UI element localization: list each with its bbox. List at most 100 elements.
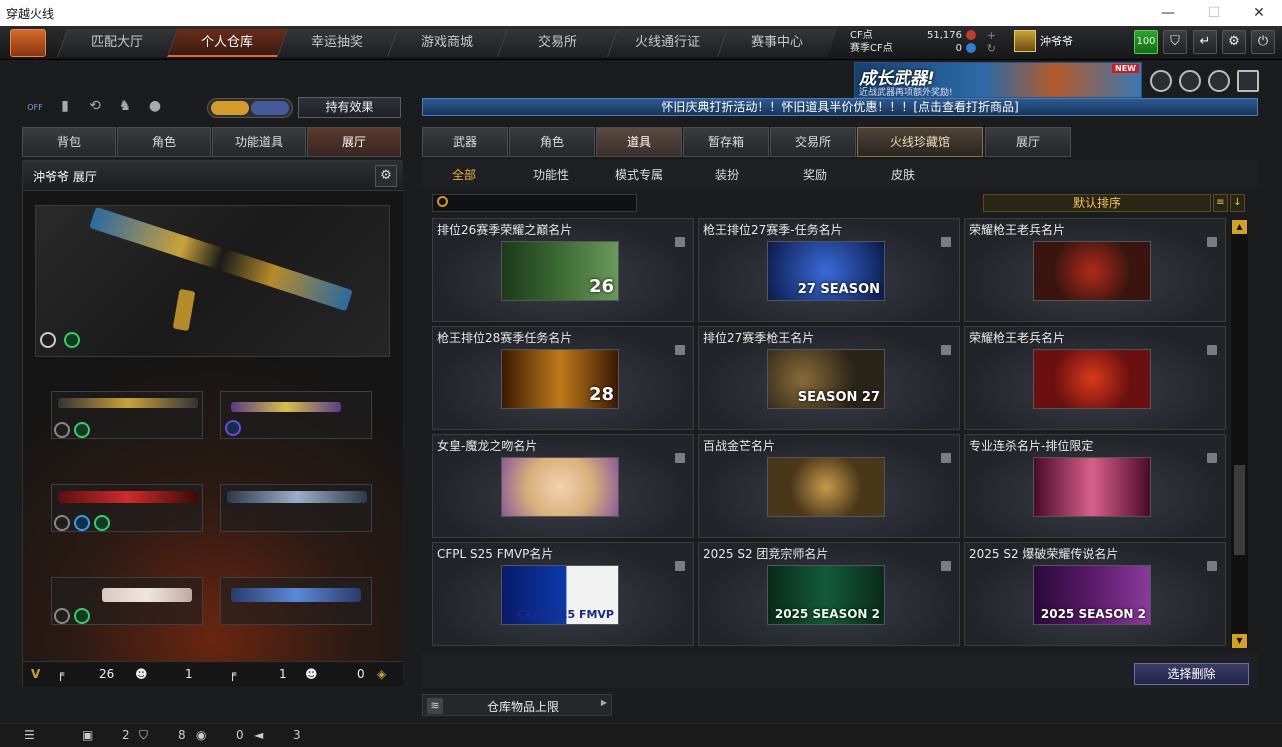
tab-function-items[interactable]: 功能道具: [212, 127, 306, 157]
sort-dropdown[interactable]: 默认排序: [983, 194, 1211, 212]
tab-weapons[interactable]: 武器: [422, 127, 508, 157]
lock-icon[interactable]: [1207, 345, 1217, 355]
nav-tab-battle-pass[interactable]: 火线通行证: [606, 29, 728, 57]
minimize-button[interactable]: —: [1145, 0, 1191, 26]
weapon-slot-2[interactable]: [220, 391, 372, 439]
lock-icon[interactable]: [1207, 561, 1217, 571]
filter-cosmetic[interactable]: 装扮: [715, 166, 739, 183]
sort-direction-icon[interactable]: ↓: [1230, 194, 1245, 212]
star-icon[interactable]: [1208, 70, 1230, 92]
lock-icon[interactable]: [1207, 453, 1217, 463]
weapon-slot-6[interactable]: [220, 577, 372, 625]
announcement-bar[interactable]: 怀旧庆典打折活动！！怀旧道具半价优惠！！！[点击查看打折商品]: [422, 98, 1258, 116]
character-icon[interactable]: ♞: [114, 98, 136, 118]
scroll-up-icon[interactable]: ▲: [1232, 220, 1247, 234]
tab-characters[interactable]: 角色: [509, 127, 595, 157]
rotate-icon[interactable]: ⟲: [84, 98, 106, 118]
filter-all[interactable]: 全部: [452, 166, 476, 183]
shield-icon[interactable]: ⛉: [1163, 30, 1187, 54]
effect-button[interactable]: 持有效果: [298, 97, 401, 118]
w-emblem-icon[interactable]: [1237, 70, 1259, 92]
tab-exchange[interactable]: 交易所: [770, 127, 856, 157]
item-card[interactable]: CFPL S25 FMVP名片 CFPL S25 FMVP: [432, 542, 694, 646]
tab-stash[interactable]: 暂存箱: [683, 127, 769, 157]
level-badge[interactable]: 100: [1134, 30, 1158, 54]
close-button[interactable]: ✕: [1236, 0, 1282, 26]
v-emblem-icon[interactable]: [1150, 70, 1172, 92]
stats-icon[interactable]: ▮: [54, 98, 76, 118]
power-icon[interactable]: ⏻: [1251, 30, 1275, 54]
off-toggle-icon[interactable]: OFF: [24, 98, 46, 118]
item-card[interactable]: 排位27赛季枪王名片 SEASON 27: [698, 326, 960, 430]
chat-icon[interactable]: ◉: [196, 728, 206, 742]
weapon-slot-5[interactable]: [51, 577, 203, 625]
item-card[interactable]: 女皇-魔龙之吻名片: [432, 434, 694, 538]
list-view-icon[interactable]: ≡: [1213, 194, 1228, 212]
filter-reward[interactable]: 奖励: [803, 166, 827, 183]
home-icon[interactable]: [10, 29, 46, 57]
friends-icon[interactable]: ▣: [82, 728, 93, 742]
refresh-icon[interactable]: ↻: [987, 42, 996, 55]
item-card[interactable]: 枪王排位27赛季-任务名片 27 SEASON: [698, 218, 960, 322]
lock-icon[interactable]: [675, 345, 685, 355]
nav-tab-match-lobby[interactable]: 匹配大厅: [56, 29, 178, 57]
add-cf-icon[interactable]: +: [987, 29, 996, 42]
view-toggle[interactable]: [207, 98, 293, 118]
featured-weapon-slot[interactable]: [35, 205, 390, 357]
showroom-panel: 沖爷爷 展厅 ⚙ V ╒ 26 ☻ 1 ╒ 1 ☻ 0 ◈: [22, 160, 403, 687]
lock-icon[interactable]: [675, 237, 685, 247]
tab-backpack[interactable]: 背包: [22, 127, 116, 157]
tab-items[interactable]: 道具: [596, 127, 682, 157]
gear-icon[interactable]: ⚙: [375, 165, 397, 187]
tab-showroom[interactable]: 展厅: [985, 127, 1071, 157]
menu-icon[interactable]: ☰: [24, 728, 35, 742]
item-card[interactable]: 专业连杀名片-排位限定: [964, 434, 1226, 538]
tab-collection[interactable]: 火线珍藏馆: [857, 127, 983, 157]
item-card[interactable]: 排位26赛季荣耀之巅名片 26: [432, 218, 694, 322]
user-name: 沖爷爷: [1040, 34, 1073, 48]
item-card[interactable]: 2025 S2 团竞宗师名片 2025 SEASON 2: [698, 542, 960, 646]
filter-mode[interactable]: 模式专属: [615, 166, 663, 183]
weapon-slot-3[interactable]: [51, 484, 203, 532]
tab-character[interactable]: 角色: [117, 127, 211, 157]
lock-icon[interactable]: [1207, 237, 1217, 247]
speaker-icon[interactable]: ◄: [254, 728, 263, 742]
weapon-slot-1[interactable]: [51, 391, 203, 439]
nav-tab-lucky-draw[interactable]: 幸运抽奖: [276, 29, 398, 57]
lock-icon[interactable]: [941, 561, 951, 571]
filter-functional[interactable]: 功能性: [533, 166, 569, 183]
nav-tab-personal-storage[interactable]: 个人仓库: [166, 29, 288, 57]
lock-icon[interactable]: [675, 453, 685, 463]
lock-icon[interactable]: [941, 345, 951, 355]
clan-count: 8: [178, 728, 186, 742]
grid-scrollbar[interactable]: ▲ ▼: [1231, 220, 1248, 648]
weapon-slot-4[interactable]: [220, 484, 372, 532]
lock-icon[interactable]: [675, 561, 685, 571]
nav-tab-exchange[interactable]: 交易所: [496, 29, 618, 57]
season-cf-value: 0: [955, 43, 962, 54]
scroll-thumb[interactable]: [1234, 465, 1245, 555]
lock-icon[interactable]: [941, 453, 951, 463]
nav-tab-events[interactable]: 赛事中心: [716, 29, 838, 57]
scroll-down-icon[interactable]: ▼: [1232, 634, 1247, 648]
nav-tab-game-mall[interactable]: 游戏商城: [386, 29, 508, 57]
promo-banner[interactable]: 成长武器! 近战武器再项额外奖励! NEW: [854, 62, 1142, 98]
maximize-button[interactable]: ☐: [1191, 0, 1237, 26]
item-card[interactable]: 荣耀枪王老兵名片: [964, 218, 1226, 322]
egg-icon[interactable]: ●: [144, 98, 166, 118]
select-delete-button[interactable]: 选择删除: [1134, 663, 1249, 685]
item-card[interactable]: 2025 S2 爆破荣耀传说名片 2025 SEASON 2: [964, 542, 1226, 646]
back-icon[interactable]: ↵: [1193, 30, 1217, 54]
filter-skin[interactable]: 皮肤: [891, 166, 915, 183]
user-info[interactable]: 沖爷爷: [1010, 30, 1073, 56]
lock-icon[interactable]: [941, 237, 951, 247]
item-card[interactable]: 百战金芒名片: [698, 434, 960, 538]
globe-icon[interactable]: [1179, 70, 1201, 92]
shield-status-icon[interactable]: ⛉: [139, 728, 148, 743]
search-input[interactable]: [432, 194, 637, 212]
storage-capacity-button[interactable]: ≋ 仓库物品上限 ▶: [422, 694, 612, 716]
item-card[interactable]: 枪王排位28赛季任务名片 28: [432, 326, 694, 430]
tab-showroom[interactable]: 展厅: [307, 127, 401, 157]
item-card[interactable]: 荣耀枪王老兵名片: [964, 326, 1226, 430]
gear-icon[interactable]: ⚙: [1222, 30, 1246, 54]
